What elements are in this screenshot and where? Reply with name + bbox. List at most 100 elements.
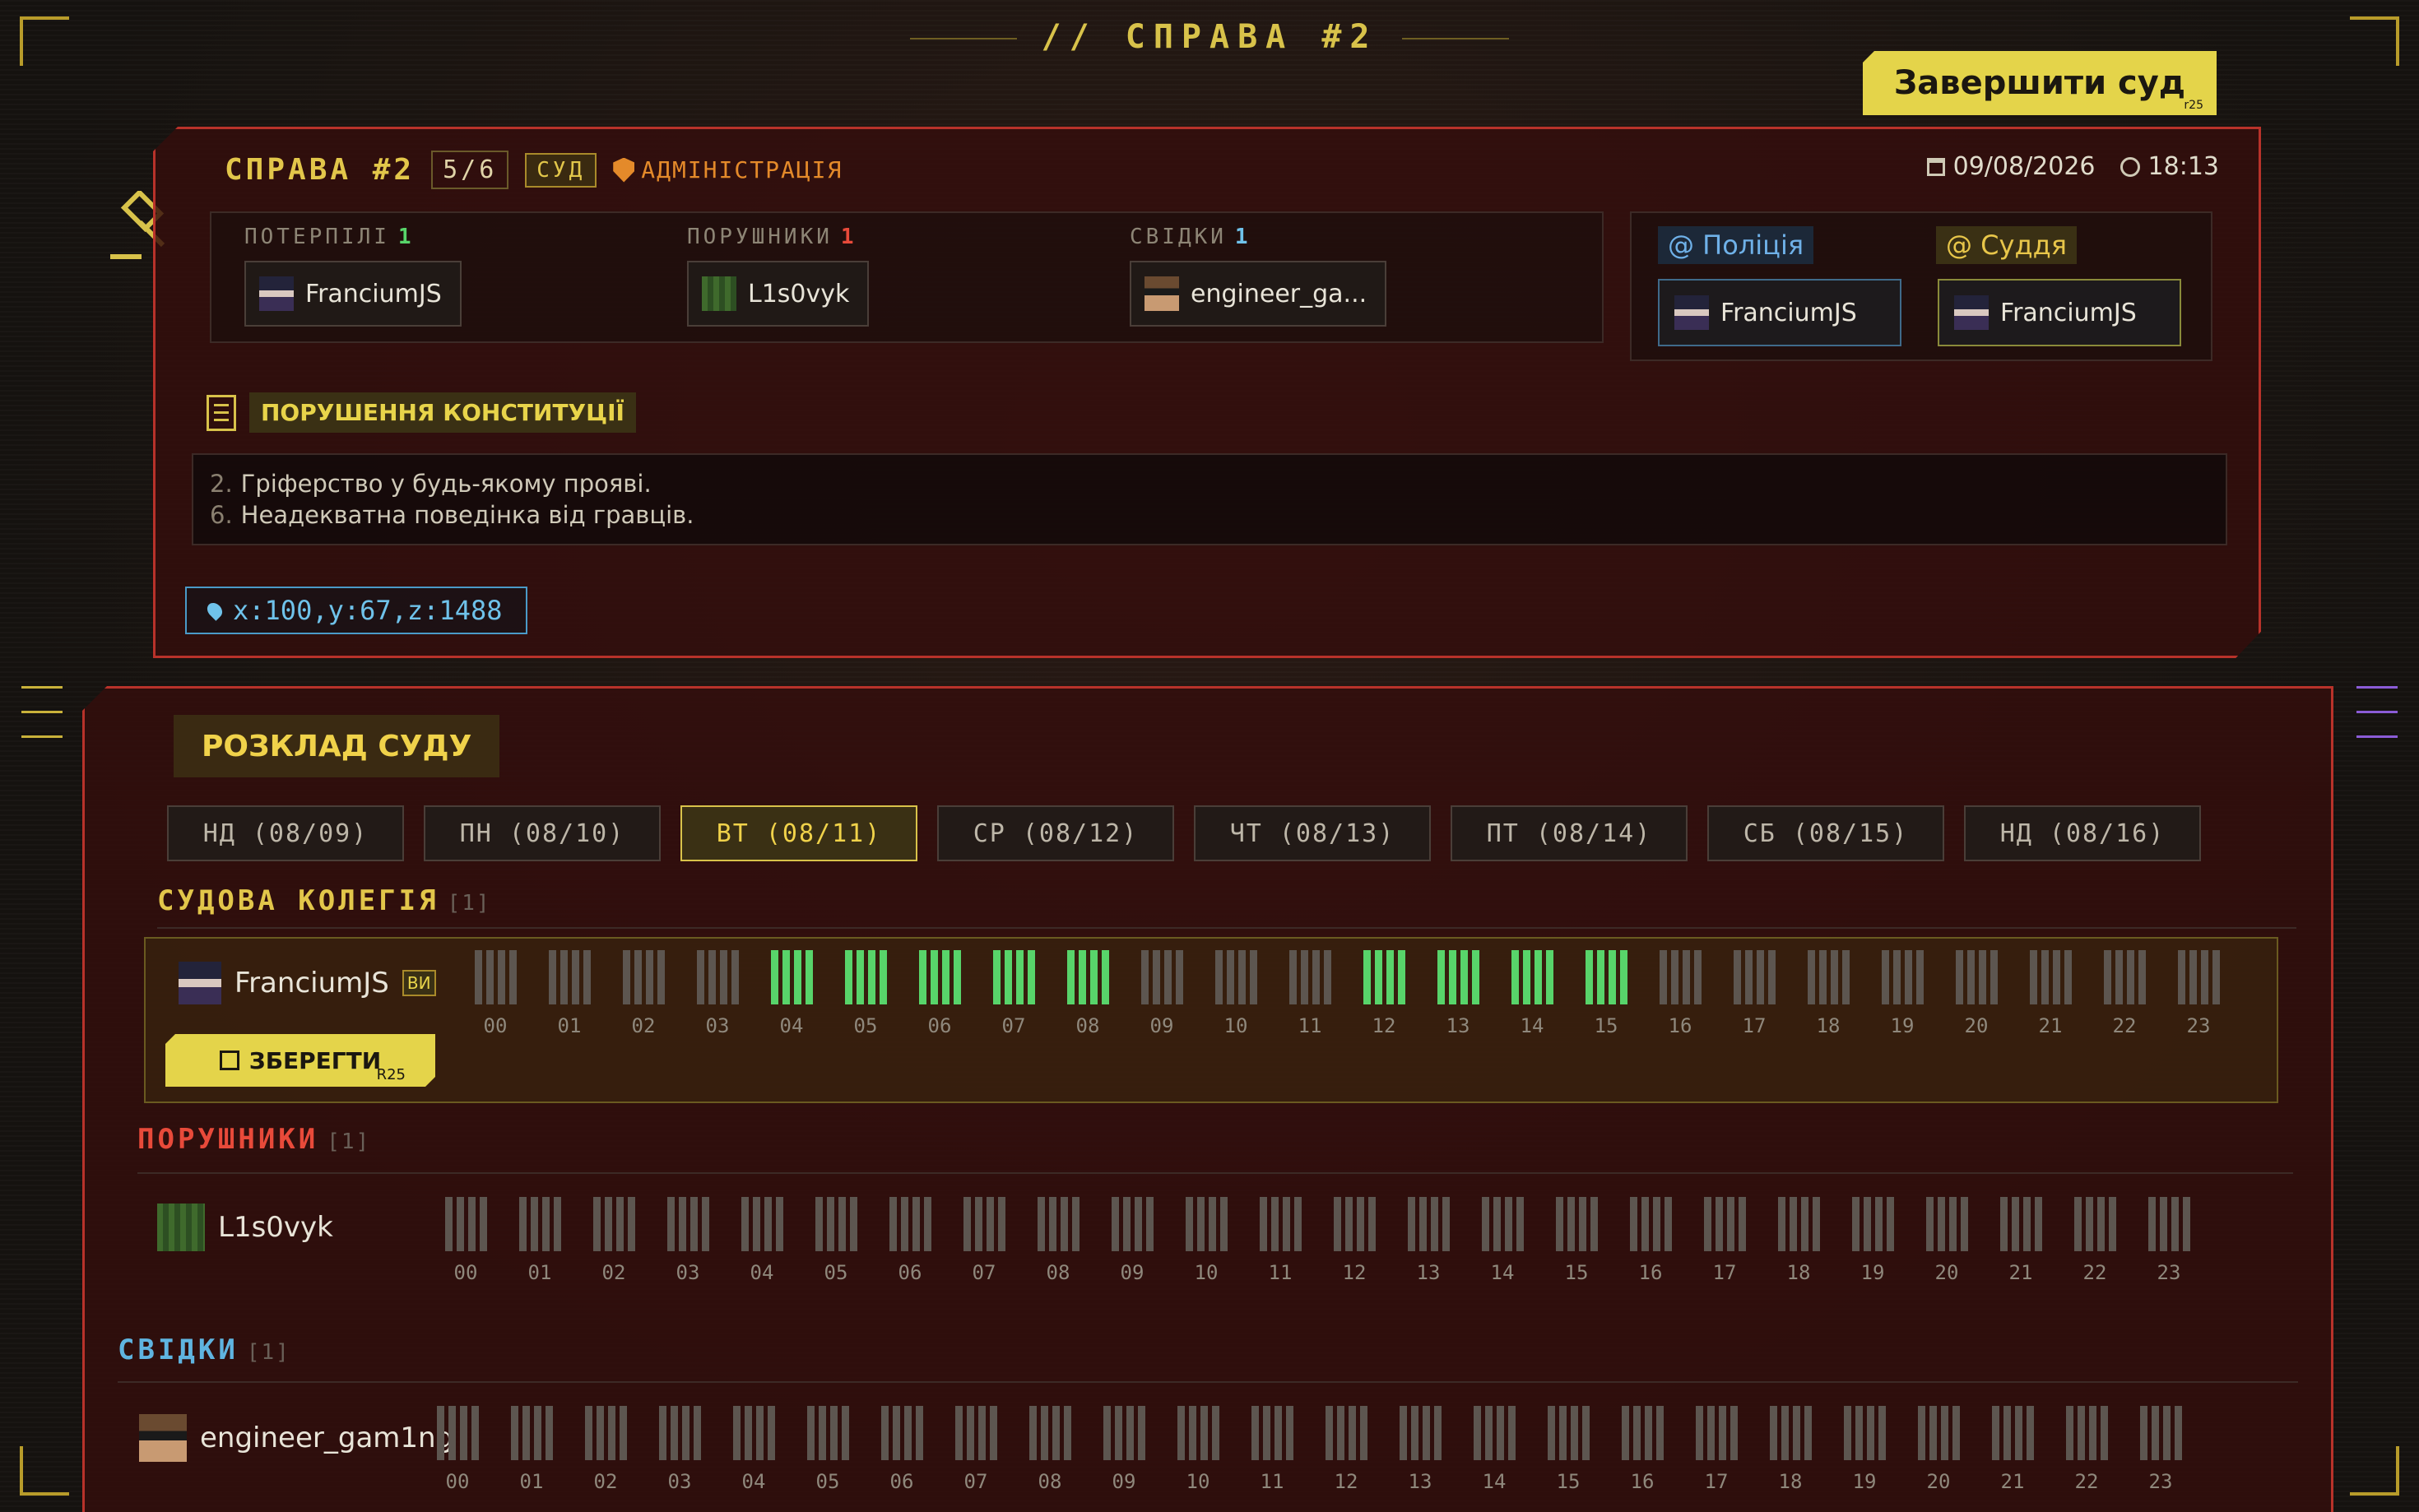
- hour-slot[interactable]: 16: [1605, 1406, 1679, 1493]
- quarter-slot[interactable]: [1126, 1406, 1134, 1460]
- quarter-slot[interactable]: [510, 1406, 518, 1460]
- quarter-slot[interactable]: [479, 1197, 487, 1251]
- quarter-slot[interactable]: [1621, 1406, 1629, 1460]
- quarter-slot[interactable]: [1078, 950, 1086, 1004]
- quarter-slot[interactable]: [1892, 950, 1901, 1004]
- quarter-slot[interactable]: [1422, 1406, 1430, 1460]
- quarter-slot[interactable]: [1804, 1406, 1812, 1460]
- hour-bars[interactable]: [889, 1197, 931, 1251]
- quarter-slot[interactable]: [1410, 1406, 1418, 1460]
- hour-bars[interactable]: [696, 950, 739, 1004]
- quarter-slot[interactable]: [1781, 1406, 1789, 1460]
- quarter-slot[interactable]: [1137, 1406, 1145, 1460]
- hour-bars[interactable]: [2103, 950, 2146, 1004]
- quarter-slot[interactable]: [1134, 1197, 1142, 1251]
- hour-slot[interactable]: 14: [1465, 1197, 1539, 1284]
- quarter-slot[interactable]: [1670, 950, 1678, 1004]
- hour-slot[interactable]: 02: [606, 950, 680, 1037]
- hour-bars[interactable]: [2147, 1197, 2190, 1251]
- hour-slot[interactable]: 14: [1495, 950, 1569, 1037]
- hour-slot[interactable]: 18: [1753, 1406, 1827, 1493]
- quarter-slot[interactable]: [1471, 950, 1479, 1004]
- quarter-slot[interactable]: [1288, 950, 1297, 1004]
- quarter-slot[interactable]: [1655, 1406, 1664, 1460]
- quarter-slot[interactable]: [1399, 1406, 1407, 1460]
- day-tab[interactable]: ПТ (08/14): [1451, 805, 1688, 861]
- hour-bars[interactable]: [1703, 1197, 1746, 1251]
- quarter-slot[interactable]: [1937, 1197, 1945, 1251]
- hour-slot[interactable]: 20: [1901, 1406, 1976, 1493]
- quarter-slot[interactable]: [1359, 1406, 1367, 1460]
- quarter-slot[interactable]: [764, 1197, 772, 1251]
- quarter-slot[interactable]: [508, 950, 517, 1004]
- day-tab[interactable]: СБ (08/15): [1707, 805, 1944, 861]
- quarter-slot[interactable]: [456, 1197, 464, 1251]
- quarter-slot[interactable]: [1300, 950, 1308, 1004]
- hour-bars[interactable]: [815, 1197, 857, 1251]
- quarter-slot[interactable]: [1367, 1197, 1376, 1251]
- quarter-slot[interactable]: [1348, 1406, 1356, 1460]
- quarter-slot[interactable]: [2182, 1197, 2190, 1251]
- hour-slot[interactable]: 08: [1013, 1406, 1087, 1493]
- quarter-slot[interactable]: [1925, 1197, 1934, 1251]
- quarter-slot[interactable]: [541, 1197, 550, 1251]
- hour-bars[interactable]: [1481, 1197, 1524, 1251]
- hour-bars[interactable]: [548, 950, 591, 1004]
- quarter-slot[interactable]: [963, 1197, 971, 1251]
- hour-bars[interactable]: [1325, 1406, 1367, 1460]
- hour-slot[interactable]: 09: [1095, 1197, 1169, 1284]
- quarter-slot[interactable]: [1578, 1197, 1586, 1251]
- quarter-slot[interactable]: [583, 950, 591, 1004]
- hour-bars[interactable]: [1917, 1406, 1960, 1460]
- hour-slot[interactable]: 10: [1161, 1406, 1235, 1493]
- quarter-slot[interactable]: [1863, 1197, 1871, 1251]
- quarter-slot[interactable]: [1048, 1197, 1056, 1251]
- quarter-slot[interactable]: [1285, 1406, 1293, 1460]
- hour-slot[interactable]: 03: [680, 950, 754, 1037]
- quarter-slot[interactable]: [918, 950, 926, 1004]
- quarter-slot[interactable]: [2162, 1406, 2171, 1460]
- quarter-slot[interactable]: [553, 1197, 561, 1251]
- hour-bars[interactable]: [584, 1406, 627, 1460]
- hour-slot[interactable]: 23: [2124, 1406, 2198, 1493]
- hour-bars[interactable]: [806, 1406, 849, 1460]
- quarter-slot[interactable]: [1214, 950, 1223, 1004]
- hour-slot[interactable]: 19: [1865, 950, 1939, 1037]
- quarter-slot[interactable]: [571, 950, 579, 1004]
- quarter-slot[interactable]: [2108, 1197, 2116, 1251]
- quarter-slot[interactable]: [755, 1406, 764, 1460]
- quarter-slot[interactable]: [1374, 950, 1382, 1004]
- quarter-slot[interactable]: [497, 950, 505, 1004]
- quarter-slot[interactable]: [1534, 950, 1542, 1004]
- hour-bars[interactable]: [963, 1197, 1005, 1251]
- quarter-slot[interactable]: [1555, 1197, 1563, 1251]
- hour-slot[interactable]: 05: [791, 1406, 865, 1493]
- quarter-slot[interactable]: [604, 1197, 612, 1251]
- hour-bars[interactable]: [1177, 1406, 1219, 1460]
- hour-bars[interactable]: [1473, 1406, 1516, 1460]
- hour-bars[interactable]: [1777, 1197, 1820, 1251]
- save-schedule-button[interactable]: ЗБЕРЕГТИ R25: [165, 1034, 435, 1087]
- quarter-slot[interactable]: [645, 950, 653, 1004]
- quarter-slot[interactable]: [1336, 1406, 1344, 1460]
- quarter-slot[interactable]: [1948, 1197, 1957, 1251]
- quarter-slot[interactable]: [1855, 1406, 1863, 1460]
- quarter-slot[interactable]: [2073, 1197, 2082, 1251]
- quarter-slot[interactable]: [1249, 950, 1257, 1004]
- hour-slot[interactable]: 03: [651, 1197, 725, 1284]
- quarter-slot[interactable]: [806, 1406, 815, 1460]
- quarter-slot[interactable]: [689, 1197, 698, 1251]
- hour-slot[interactable]: 01: [532, 950, 606, 1037]
- quarter-slot[interactable]: [701, 1197, 709, 1251]
- hour-slot[interactable]: 10: [1169, 1197, 1243, 1284]
- quarter-slot[interactable]: [1071, 1197, 1079, 1251]
- quarter-slot[interactable]: [2088, 1406, 2096, 1460]
- quarter-slot[interactable]: [1089, 950, 1098, 1004]
- day-tab[interactable]: СР (08/12): [937, 805, 1174, 861]
- quarter-slot[interactable]: [2212, 950, 2220, 1004]
- quarter-slot[interactable]: [2096, 1197, 2105, 1251]
- quarter-slot[interactable]: [1114, 1406, 1122, 1460]
- quarter-slot[interactable]: [1703, 1197, 1711, 1251]
- quarter-slot[interactable]: [1496, 1406, 1504, 1460]
- quarter-slot[interactable]: [522, 1406, 530, 1460]
